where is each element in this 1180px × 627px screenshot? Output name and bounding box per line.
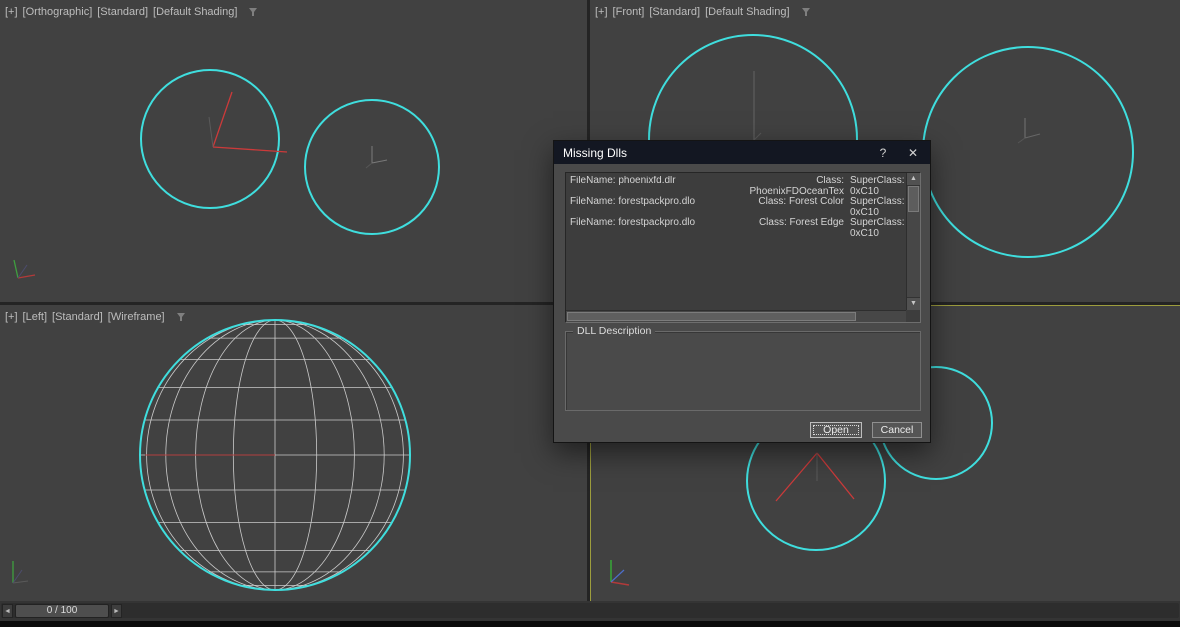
viewport-menu-standard[interactable]: [Standard] <box>649 6 700 18</box>
3dsmax-window: [+] [Orthographic] [Standard] [Default S… <box>0 0 1180 627</box>
status-strip <box>0 621 1180 627</box>
viewport-left[interactable]: [+] [Left] [Standard] [Wireframe] <box>0 305 587 601</box>
world-axis-icon <box>12 561 29 584</box>
viewport-menu-standard[interactable]: [Standard] <box>52 311 103 323</box>
dll-list-row[interactable]: FileName: forestpackpro.dlo Class: Fores… <box>568 196 904 218</box>
dll-superclass: SuperClass: 0xC10 <box>850 176 904 197</box>
viewport-menu-view[interactable]: [Orthographic] <box>23 6 93 18</box>
viewport-filter-icon[interactable] <box>801 7 811 17</box>
dll-list-row[interactable]: FileName: forestpackpro.dlo Class: Fores… <box>568 217 904 239</box>
help-button[interactable]: ? <box>875 146 891 160</box>
dialog-titlebar[interactable]: Missing Dlls ? ✕ <box>554 141 930 164</box>
dll-list-row[interactable]: FileName: phoenixfd.dlr Class: PhoenixFD… <box>568 176 904 197</box>
viewport-menu-shading[interactable]: [Default Shading] <box>705 6 789 18</box>
viewport-menu-plus[interactable]: [+] <box>5 311 18 323</box>
missing-dlls-dialog: Missing Dlls ? ✕ FileName: phoenixfd.dlr… <box>553 140 931 443</box>
viewport-menu-shading[interactable]: [Wireframe] <box>108 311 165 323</box>
vertical-scrollbar[interactable]: ▲ ▼ <box>906 173 920 310</box>
transform-gizmo[interactable] <box>185 85 295 165</box>
time-slider-bar: ◄ 0 / 100 ► <box>0 601 1180 621</box>
viewport-menu-plus[interactable]: [+] <box>5 6 18 18</box>
dll-filename: FileName: forestpackpro.dlo <box>570 217 696 228</box>
viewport-filter-icon[interactable] <box>248 7 258 17</box>
next-frame-icon[interactable]: ► <box>111 604 122 618</box>
previous-frame-icon[interactable]: ◄ <box>2 604 13 618</box>
horizontal-scroll-thumb[interactable] <box>567 312 856 321</box>
dll-class: Class: PhoenixFDOceanTex <box>749 176 845 197</box>
dll-list-rows: FileName: phoenixfd.dlr Class: PhoenixFD… <box>568 176 904 308</box>
viewport-menu-view[interactable]: [Left] <box>23 311 47 323</box>
transform-gizmo[interactable] <box>766 441 876 511</box>
viewport-menu-plus[interactable]: [+] <box>595 6 608 18</box>
dll-filename: FileName: forestpackpro.dlo <box>570 196 696 207</box>
time-slider-thumb[interactable]: 0 / 100 <box>15 604 109 618</box>
world-axis-icon <box>610 560 630 586</box>
viewport-label-left: [+] [Left] [Standard] [Wireframe] <box>5 311 186 323</box>
viewport-label-orthographic: [+] [Orthographic] [Standard] [Default S… <box>5 6 258 18</box>
viewport-filter-icon[interactable] <box>176 312 186 322</box>
scroll-up-icon[interactable]: ▲ <box>907 173 920 186</box>
dll-list: FileName: phoenixfd.dlr Class: PhoenixFD… <box>565 172 921 323</box>
axis-tripod-icon <box>753 71 762 141</box>
viewport-menu-shading[interactable]: [Default Shading] <box>153 6 237 18</box>
viewport-label-front: [+] [Front] [Standard] [Default Shading] <box>595 6 811 18</box>
horizontal-scrollbar[interactable] <box>566 310 906 322</box>
cancel-button[interactable]: Cancel <box>872 422 922 438</box>
wireframe-sphere[interactable] <box>135 315 415 595</box>
dll-class: Class: Forest Color <box>758 196 844 207</box>
vertical-scroll-thumb[interactable] <box>908 186 919 212</box>
viewport-orthographic[interactable]: [+] [Orthographic] [Standard] [Default S… <box>0 0 587 302</box>
scroll-down-icon[interactable]: ▼ <box>907 297 920 310</box>
axis-tripod-icon <box>1017 118 1041 144</box>
viewport-menu-standard[interactable]: [Standard] <box>97 6 148 18</box>
world-axis-icon <box>13 259 36 279</box>
time-slider-track[interactable] <box>1 603 1179 618</box>
close-button[interactable]: ✕ <box>905 146 921 160</box>
dll-filename: FileName: phoenixfd.dlr <box>570 176 676 186</box>
dialog-title: Missing Dlls <box>563 145 628 160</box>
viewport-menu-view[interactable]: [Front] <box>613 6 645 18</box>
dll-class: Class: Forest Edge <box>758 217 844 228</box>
dll-superclass: SuperClass: 0xC10 <box>850 217 904 239</box>
dll-description-groupbox: DLL Description <box>565 325 921 411</box>
sphere-object[interactable] <box>922 46 1134 258</box>
dll-superclass: SuperClass: 0xC10 <box>850 196 904 218</box>
open-button[interactable]: Open <box>810 422 862 438</box>
dll-description-label: DLL Description <box>573 325 656 337</box>
axis-tripod-icon <box>365 146 388 169</box>
